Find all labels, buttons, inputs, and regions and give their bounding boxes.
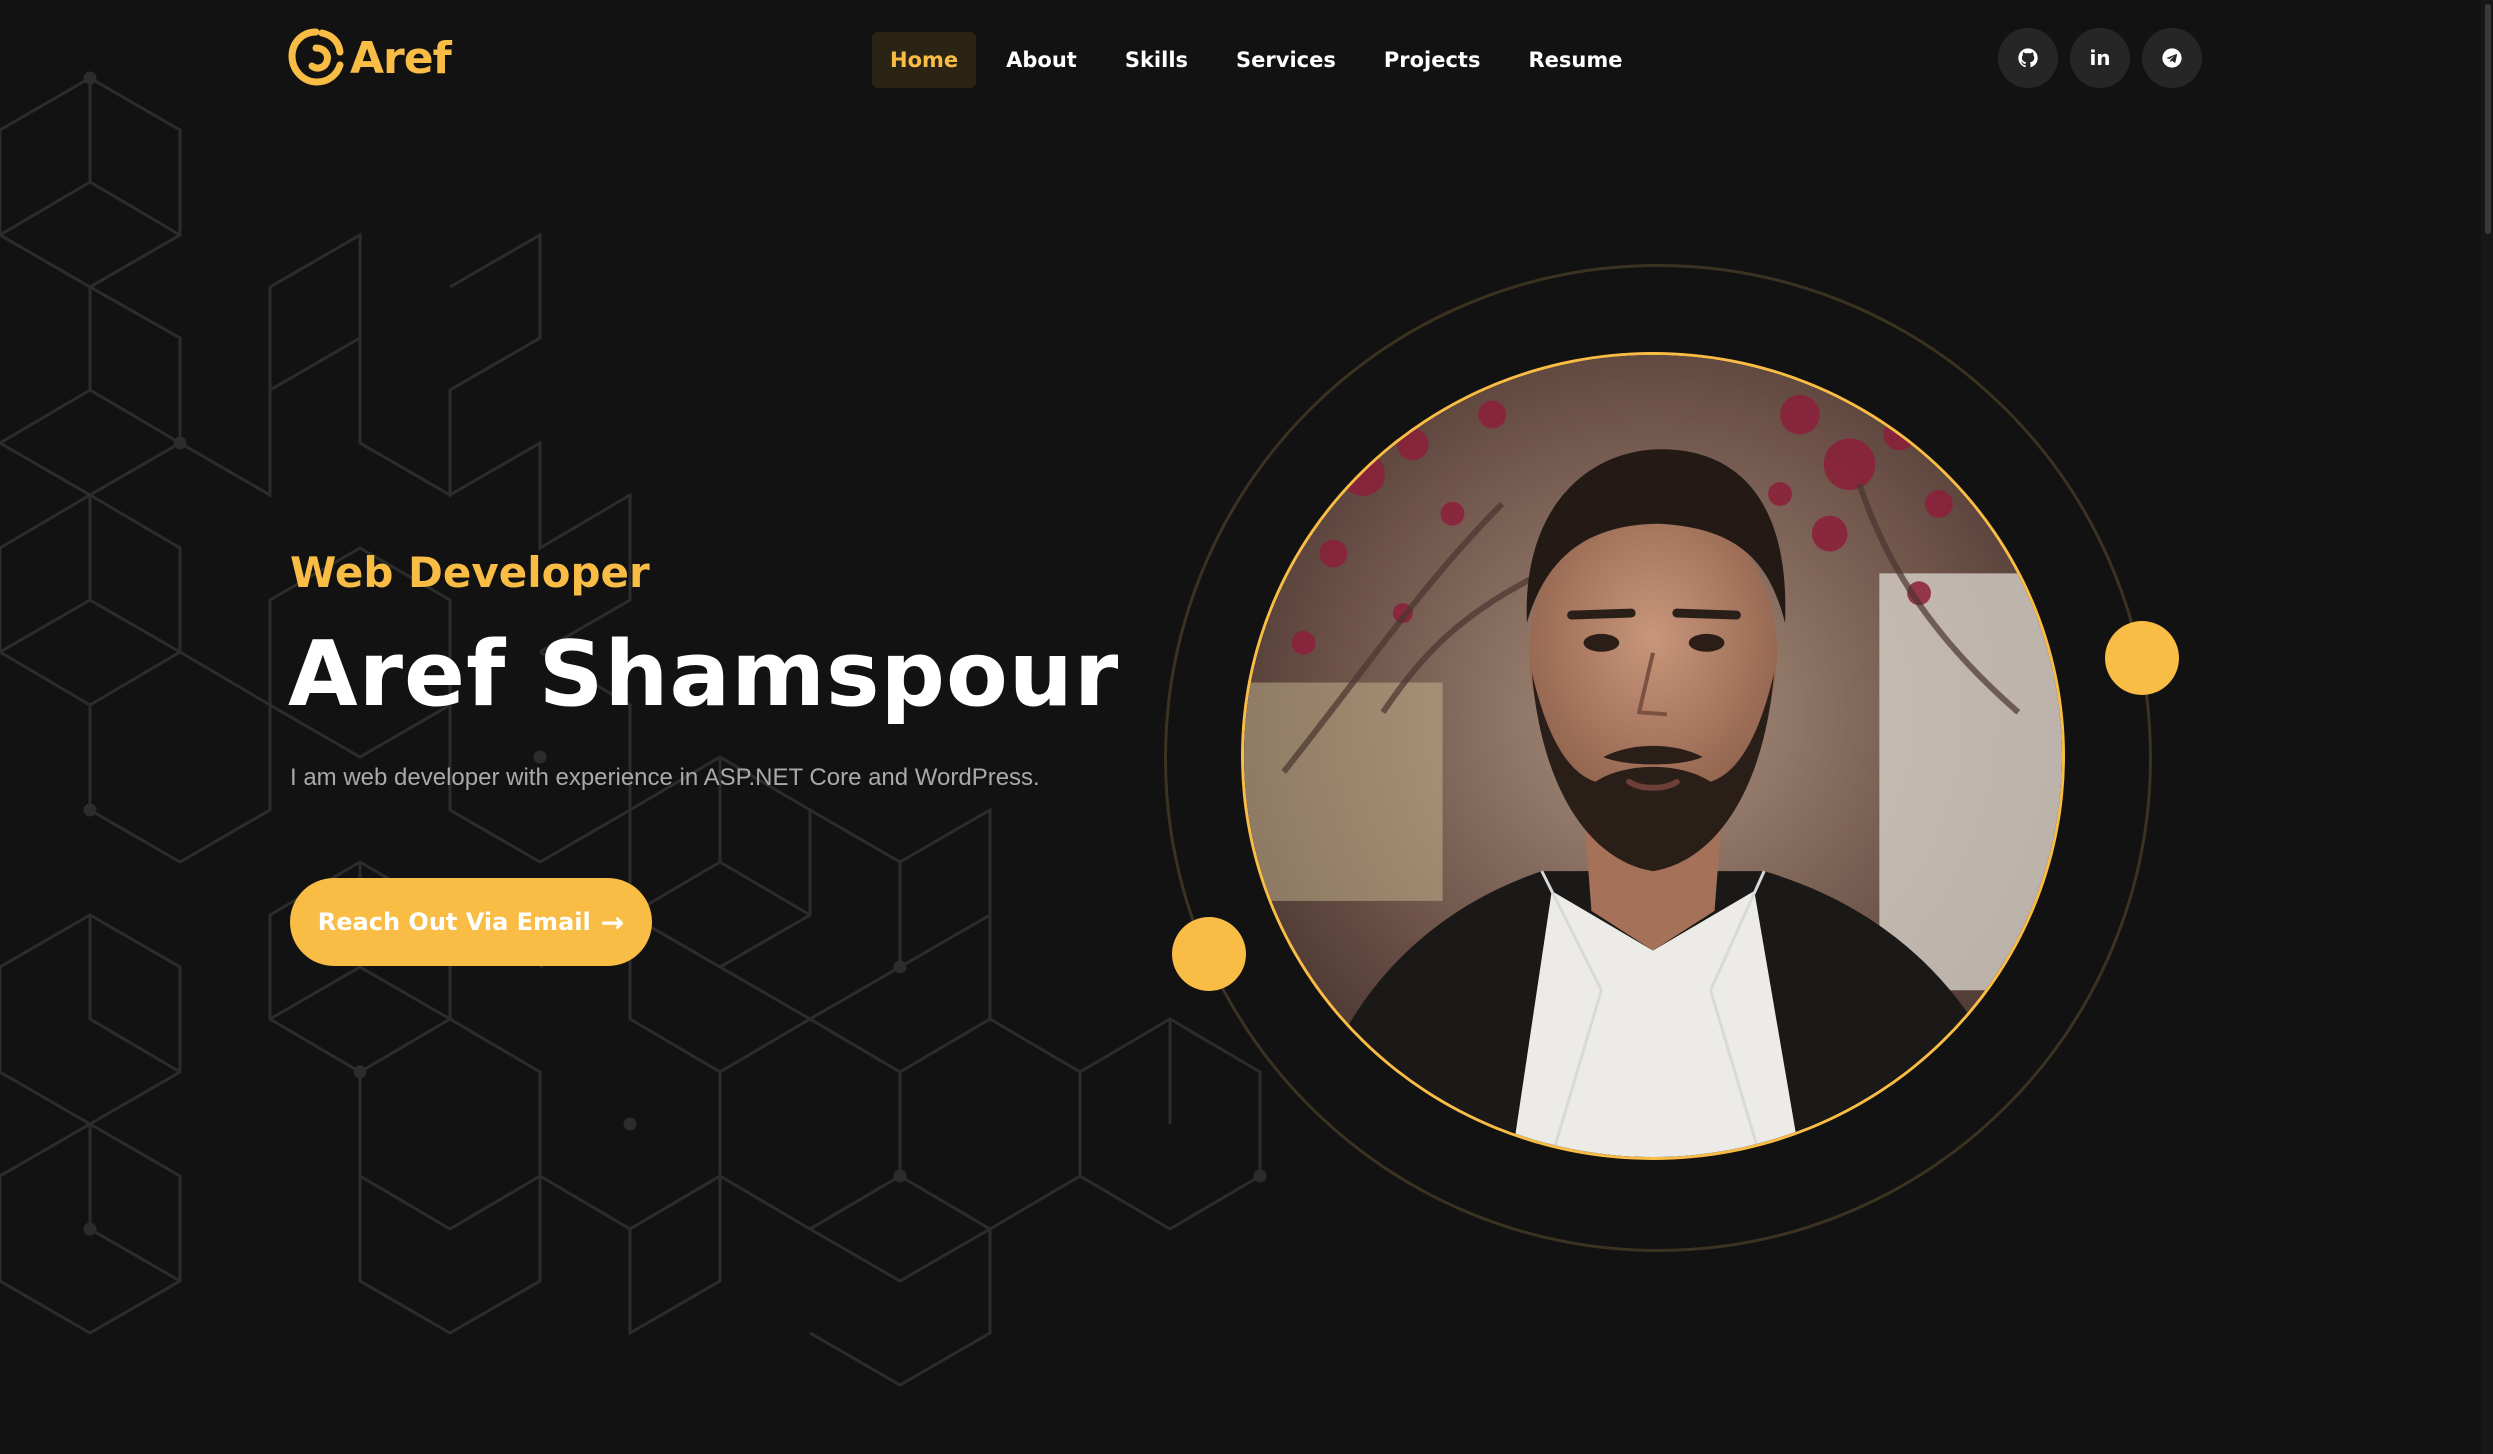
hero-title: Aref Shamspour bbox=[288, 622, 1120, 727]
swirl-logo-icon bbox=[288, 28, 344, 86]
main-nav: Home About Skills Services Projects Resu… bbox=[872, 32, 1652, 88]
arrow-right-icon: → bbox=[600, 905, 625, 939]
nav-item-skills[interactable]: Skills bbox=[1107, 32, 1206, 88]
nav-item-projects[interactable]: Projects bbox=[1366, 32, 1499, 88]
nav-item-about[interactable]: About bbox=[988, 32, 1095, 88]
decorative-dot bbox=[2105, 621, 2179, 695]
nav-item-home[interactable]: Home bbox=[872, 32, 977, 88]
page-scrollbar[interactable] bbox=[2481, 0, 2493, 1454]
profile-photo bbox=[1241, 352, 2065, 1160]
telegram-icon bbox=[2162, 48, 2182, 68]
hero-description: I am web developer with experience in AS… bbox=[290, 764, 1040, 791]
nav-item-resume[interactable]: Resume bbox=[1510, 32, 1640, 88]
decorative-dot bbox=[1172, 917, 1246, 991]
brand-name: Aref bbox=[350, 32, 452, 84]
reach-out-email-button[interactable]: Reach Out Via Email → bbox=[290, 878, 652, 966]
brand-logo[interactable]: Aref bbox=[288, 26, 452, 90]
linkedin-icon: in bbox=[2089, 46, 2111, 70]
cta-label: Reach Out Via Email bbox=[317, 908, 591, 936]
social-links: in bbox=[1998, 28, 2214, 88]
scroll-thumb[interactable] bbox=[2485, 4, 2491, 234]
page: Aref Home About Skills Services Projects… bbox=[0, 0, 2493, 1454]
telegram-button[interactable] bbox=[2142, 28, 2202, 88]
nav-item-services[interactable]: Services bbox=[1218, 32, 1354, 88]
profile-photo-illustration bbox=[1244, 355, 2062, 1157]
github-icon bbox=[2018, 48, 2038, 68]
github-button[interactable] bbox=[1998, 28, 2058, 88]
hero-subtitle: Web Developer bbox=[290, 548, 650, 597]
linkedin-button[interactable]: in bbox=[2070, 28, 2130, 88]
